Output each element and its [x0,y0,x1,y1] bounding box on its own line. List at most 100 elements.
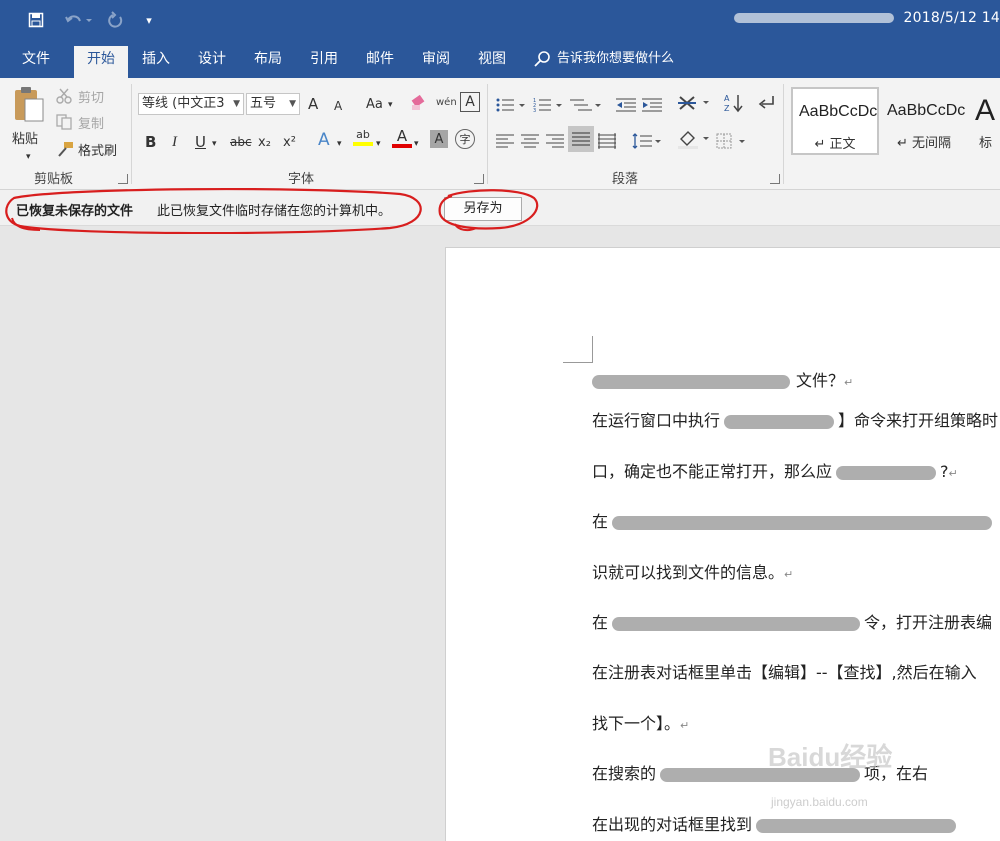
tab-references[interactable]: 引用 [302,46,346,78]
asian-layout-icon[interactable] [678,92,710,114]
bold-button[interactable]: B [145,131,156,153]
highlight-label: ab [356,128,370,141]
grow-font-button[interactable]: A [308,93,318,115]
superscript-button[interactable]: x² [283,131,296,153]
highlight-button[interactable]: ab [352,128,374,150]
style-name: ↵ 正文 [814,137,856,152]
style-normal[interactable]: AaBbCcDc ↵ 正文 [791,87,879,155]
font-color-swatch [392,144,412,148]
subscript-button[interactable]: x₂ [258,131,271,153]
tab-view[interactable]: 视图 [470,46,514,78]
numbering-icon[interactable]: 123 [533,94,563,116]
font-name-combo[interactable]: 等线 (中文正3 ▼ [138,93,244,115]
sort-icon[interactable]: AZ [724,92,744,114]
paste-button[interactable]: 粘贴 [12,126,38,148]
tab-mailings[interactable]: 邮件 [358,46,402,78]
format-painter-button[interactable]: 格式刷 [56,138,117,160]
doc-text: 令，打开注册表编 [864,613,993,632]
doc-line-2: 在运行窗口中执行 】命令来打开组策略时 [592,407,998,431]
doc-line-4: 在 [592,508,993,532]
doc-line-10: 在出现的对话框里找到 [592,811,957,835]
brush-icon [58,142,73,157]
tab-review[interactable]: 审阅 [414,46,458,78]
show-marks-icon[interactable] [756,92,776,114]
paste-icon[interactable] [8,84,48,124]
undo-icon[interactable] [60,8,96,32]
cut-label: 剪切 [78,90,105,106]
enclose-characters-button[interactable]: 字 [455,129,475,149]
group-separator [131,84,132,184]
multilevel-list-icon[interactable] [570,94,602,116]
format-painter-label: 格式刷 [78,143,118,159]
svg-text:A: A [724,94,730,103]
copy-button[interactable]: 复制 [56,111,104,133]
justify-icon[interactable] [568,126,594,152]
decrease-indent-icon[interactable] [616,94,636,116]
tab-file[interactable]: 文件 [14,46,58,78]
paragraph-launcher-icon[interactable] [770,174,780,184]
font-color-label: A [396,127,408,145]
message-title: 已恢复未保存的文件 [16,204,134,219]
phonetic-guide-button[interactable]: wén [436,91,457,113]
cut-button[interactable]: 剪切 [56,85,104,107]
tell-me-box[interactable]: 告诉我你想要做什么 [533,46,674,72]
clear-formatting-icon[interactable] [410,92,428,114]
highlight-swatch [353,142,373,146]
align-right-icon[interactable] [546,130,564,152]
character-shading-button[interactable]: A [430,130,448,148]
font-group-label: 字体 [288,172,315,187]
character-border-button[interactable]: A [460,92,480,112]
redaction-smear [612,515,993,530]
paste-dropdown-icon[interactable]: ▾ [26,146,31,168]
paragraph-mark: ↵ [784,568,794,581]
chevron-down-icon: ▼ [233,99,240,109]
title-bar: ▾ 2018/5/12 14 [0,0,1000,40]
change-case-dropdown-icon[interactable]: ▾ [388,94,393,116]
watermark-url: jingyan.baidu.com [771,795,868,809]
font-color-button[interactable]: A [392,128,412,150]
tab-home[interactable]: 开始 [74,46,128,78]
save-as-button[interactable]: 另存为 [444,197,522,221]
doc-text: 在 [592,613,609,632]
lightbulb-search-icon [534,50,550,67]
tab-insert[interactable]: 插入 [134,46,178,78]
underline-dropdown-icon[interactable]: ▾ [212,133,217,155]
change-case-button[interactable]: Aa [366,93,383,115]
clipboard-launcher-icon[interactable] [118,174,128,184]
tab-design[interactable]: 设计 [190,46,234,78]
shrink-font-button[interactable]: A [334,95,342,117]
baidu-watermark: Baidu经验 [768,742,893,772]
style-heading[interactable]: A 标 [970,87,1000,155]
doc-text: ? [940,462,949,481]
paragraph-shading-icon[interactable] [678,128,710,150]
svg-text:3: 3 [533,108,536,113]
underline-button[interactable]: U [195,131,206,153]
style-no-spacing[interactable]: AaBbCcDc ↵ 无间隔 [880,87,968,155]
text-effects-dropdown-icon[interactable]: ▾ [337,133,342,155]
increase-indent-icon[interactable] [642,94,662,116]
strikethrough-button[interactable]: abc [230,131,252,153]
doc-text: 】命令来打开组策略时 [838,411,999,430]
doc-line-5: 识就可以找到文件的信息。↵ [592,559,793,583]
font-size-combo[interactable]: 五号 ▼ [246,93,300,115]
line-spacing-icon[interactable] [632,130,662,152]
doc-text: 识就可以找到文件的信息。 [592,563,785,582]
save-icon[interactable] [24,8,48,32]
font-name-value: 等线 (中文正3 [142,96,225,111]
tab-layout[interactable]: 布局 [246,46,290,78]
doc-line-6: 在 令，打开注册表编 [592,609,992,633]
italic-button[interactable]: I [172,131,177,153]
bullets-icon[interactable] [496,94,526,116]
highlight-dropdown-icon[interactable]: ▾ [376,133,381,155]
borders-icon[interactable] [716,130,748,152]
redo-icon[interactable] [104,8,128,32]
distribute-icon[interactable] [598,130,616,152]
align-center-icon[interactable] [521,130,539,152]
document-page[interactable]: 文件？↵ 在运行窗口中执行 】命令来打开组策略时 口，确定也不能正常打开，那么应?… [445,247,1000,841]
paragraph-mark: ↵ [844,376,854,389]
text-effects-button[interactable]: A [318,129,330,151]
customize-qat-icon[interactable]: ▾ [140,8,158,32]
font-color-dropdown-icon[interactable]: ▾ [414,133,419,155]
align-left-icon[interactable] [496,130,514,152]
font-launcher-icon[interactable] [474,174,484,184]
